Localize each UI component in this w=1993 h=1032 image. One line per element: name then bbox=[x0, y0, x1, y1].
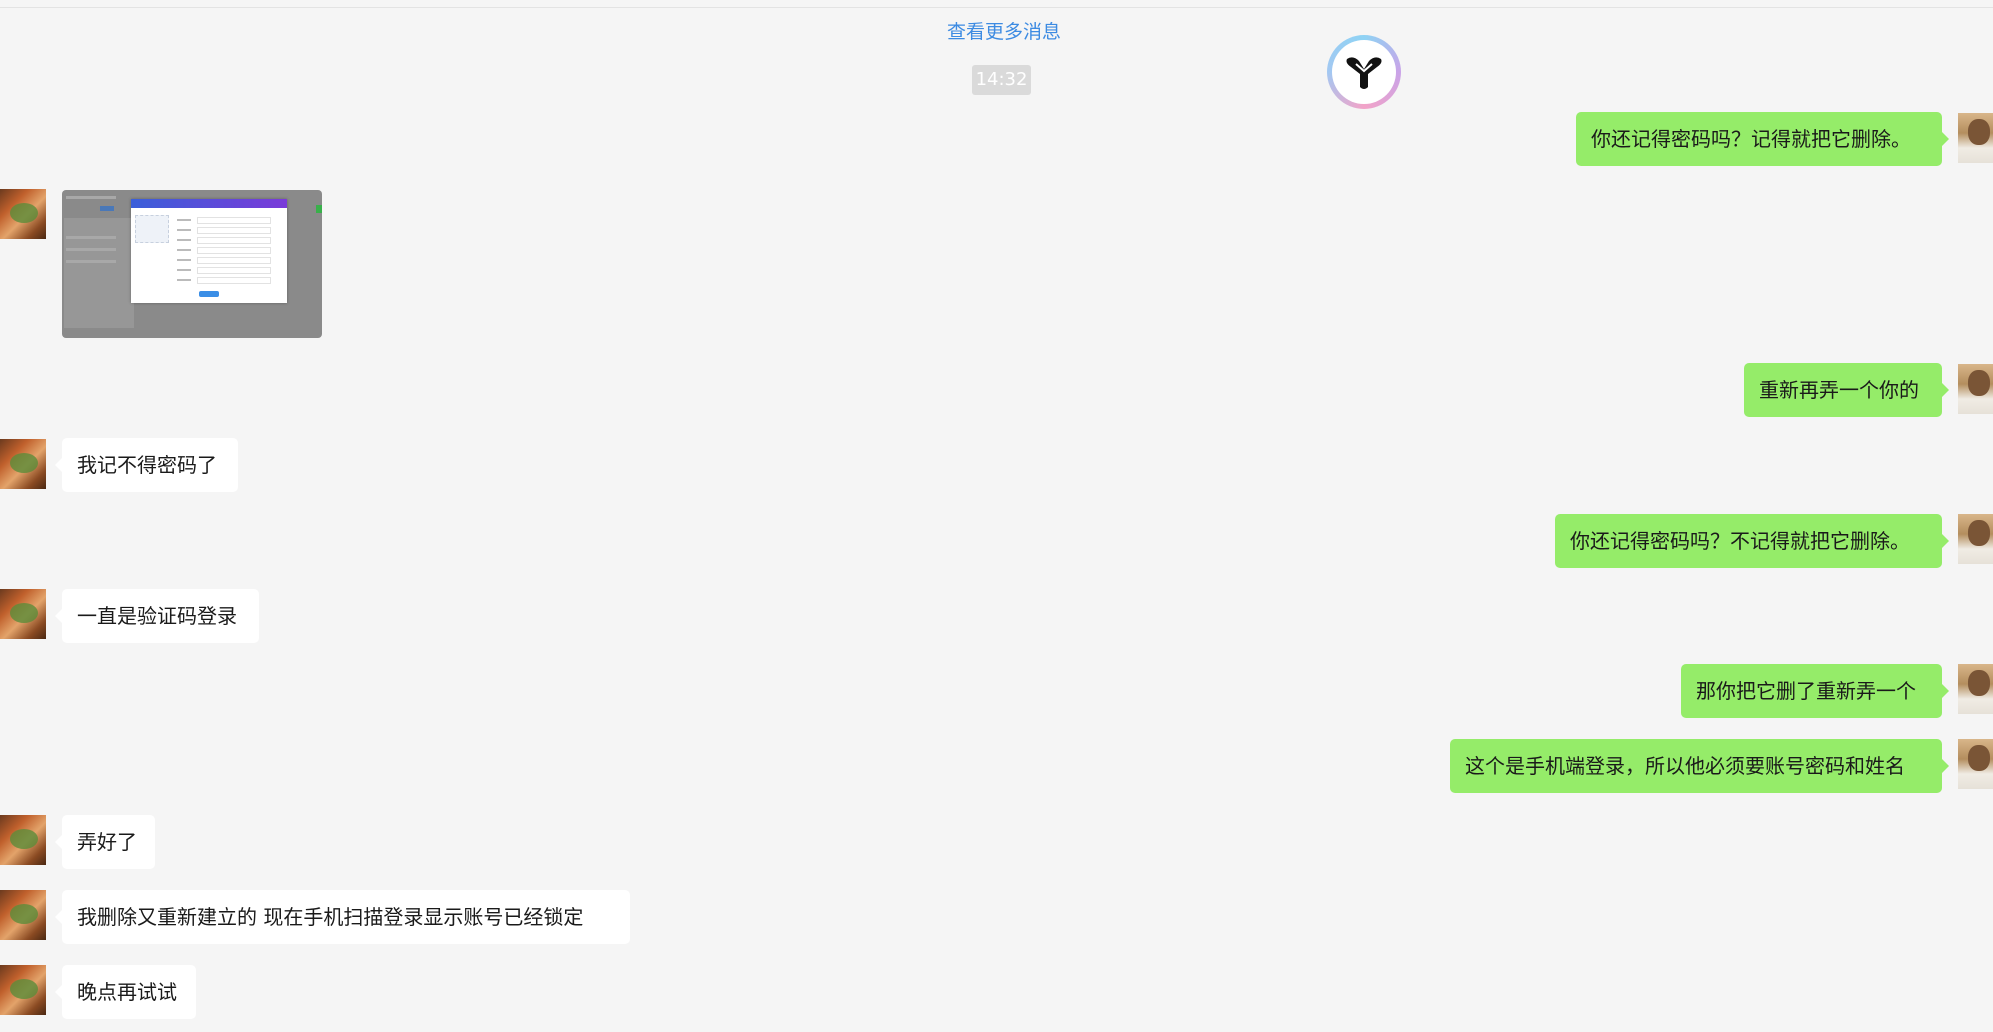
thumbnail-field bbox=[197, 247, 271, 254]
avatar-contact[interactable] bbox=[0, 815, 46, 865]
message-bubble-contact[interactable]: 弄好了 bbox=[55, 815, 155, 869]
avatar-face bbox=[1968, 745, 1990, 771]
avatar-self[interactable] bbox=[1958, 664, 1993, 714]
avatar-detail bbox=[10, 829, 38, 849]
image-message[interactable] bbox=[62, 190, 322, 338]
thumbnail-tag bbox=[316, 205, 322, 213]
avatar-detail bbox=[10, 904, 38, 924]
thumbnail-field bbox=[197, 257, 271, 264]
message-bubble-contact[interactable]: 晚点再试试 bbox=[55, 965, 196, 1019]
chat-window: 查看更多消息 14:32 你还记得密码吗？记得就把它删除。 重新再弄一个你的 我… bbox=[0, 0, 1993, 1032]
thumbnail-row bbox=[66, 236, 116, 239]
avatar-contact[interactable] bbox=[0, 965, 46, 1015]
avatar-detail bbox=[10, 453, 38, 473]
thumbnail-field bbox=[197, 227, 271, 234]
thumbnail-field bbox=[197, 237, 271, 244]
thumbnail-field-label bbox=[177, 249, 191, 251]
avatar-face bbox=[1968, 119, 1990, 145]
message-bubble-contact[interactable]: 我删除又重新建立的 现在手机扫描登录显示账号已经锁定 bbox=[55, 890, 630, 944]
message-bubble-self[interactable]: 这个是手机端登录，所以他必须要账号密码和姓名 bbox=[1450, 739, 1949, 793]
message-bubble-self[interactable]: 那你把它删了重新弄一个 bbox=[1681, 664, 1949, 718]
avatar-contact[interactable] bbox=[0, 189, 46, 239]
thumbnail-field-label bbox=[177, 279, 191, 281]
thumbnail-dialog-header bbox=[131, 199, 287, 208]
triple-fork-icon bbox=[1346, 57, 1382, 89]
message-bubble-self[interactable]: 重新再弄一个你的 bbox=[1744, 363, 1949, 417]
message-bubble-contact[interactable]: 我记不得密码了 bbox=[55, 438, 238, 492]
thumbnail-row bbox=[66, 260, 116, 263]
thumbnail-row bbox=[66, 248, 116, 251]
avatar-self[interactable] bbox=[1958, 739, 1993, 789]
thumbnail-submit-button bbox=[199, 291, 219, 297]
assistant-logo-inner bbox=[1332, 40, 1396, 104]
avatar-face bbox=[1968, 370, 1990, 396]
message-bubble-contact[interactable]: 一直是验证码登录 bbox=[55, 589, 259, 643]
thumbnail-button bbox=[100, 206, 114, 211]
avatar-detail bbox=[10, 979, 38, 999]
avatar-self[interactable] bbox=[1958, 514, 1993, 564]
thumbnail-field-label bbox=[177, 239, 191, 241]
thumbnail-field bbox=[197, 267, 271, 274]
message-bubble-self[interactable]: 你还记得密码吗？不记得就把它删除。 bbox=[1555, 514, 1949, 568]
avatar-contact[interactable] bbox=[0, 890, 46, 940]
avatar-self[interactable] bbox=[1958, 364, 1993, 414]
thumbnail-field-label bbox=[177, 229, 191, 231]
thumbnail-row bbox=[66, 196, 116, 199]
avatar-contact[interactable] bbox=[0, 589, 46, 639]
thumbnail-field bbox=[197, 277, 271, 284]
avatar-detail bbox=[10, 203, 38, 223]
message-timestamp: 14:32 bbox=[972, 65, 1031, 95]
avatar-face bbox=[1968, 520, 1990, 546]
view-more-messages-link[interactable]: 查看更多消息 bbox=[947, 17, 1061, 44]
thumbnail-dialog bbox=[131, 199, 287, 303]
assistant-logo-icon[interactable] bbox=[1327, 35, 1401, 109]
thumbnail-upload-placeholder bbox=[135, 215, 169, 243]
avatar-self[interactable] bbox=[1958, 113, 1993, 163]
message-bubble-self[interactable]: 你还记得密码吗？记得就把它删除。 bbox=[1576, 112, 1949, 166]
thumbnail-field-label bbox=[177, 259, 191, 261]
thumbnail-field-label bbox=[177, 269, 191, 271]
thumbnail-field-label bbox=[177, 219, 191, 221]
avatar-detail bbox=[10, 603, 38, 623]
thumbnail-field bbox=[197, 217, 271, 224]
avatar-face bbox=[1968, 670, 1990, 696]
avatar-contact[interactable] bbox=[0, 439, 46, 489]
divider bbox=[0, 7, 1993, 8]
thumbnail-background-table bbox=[64, 218, 134, 328]
